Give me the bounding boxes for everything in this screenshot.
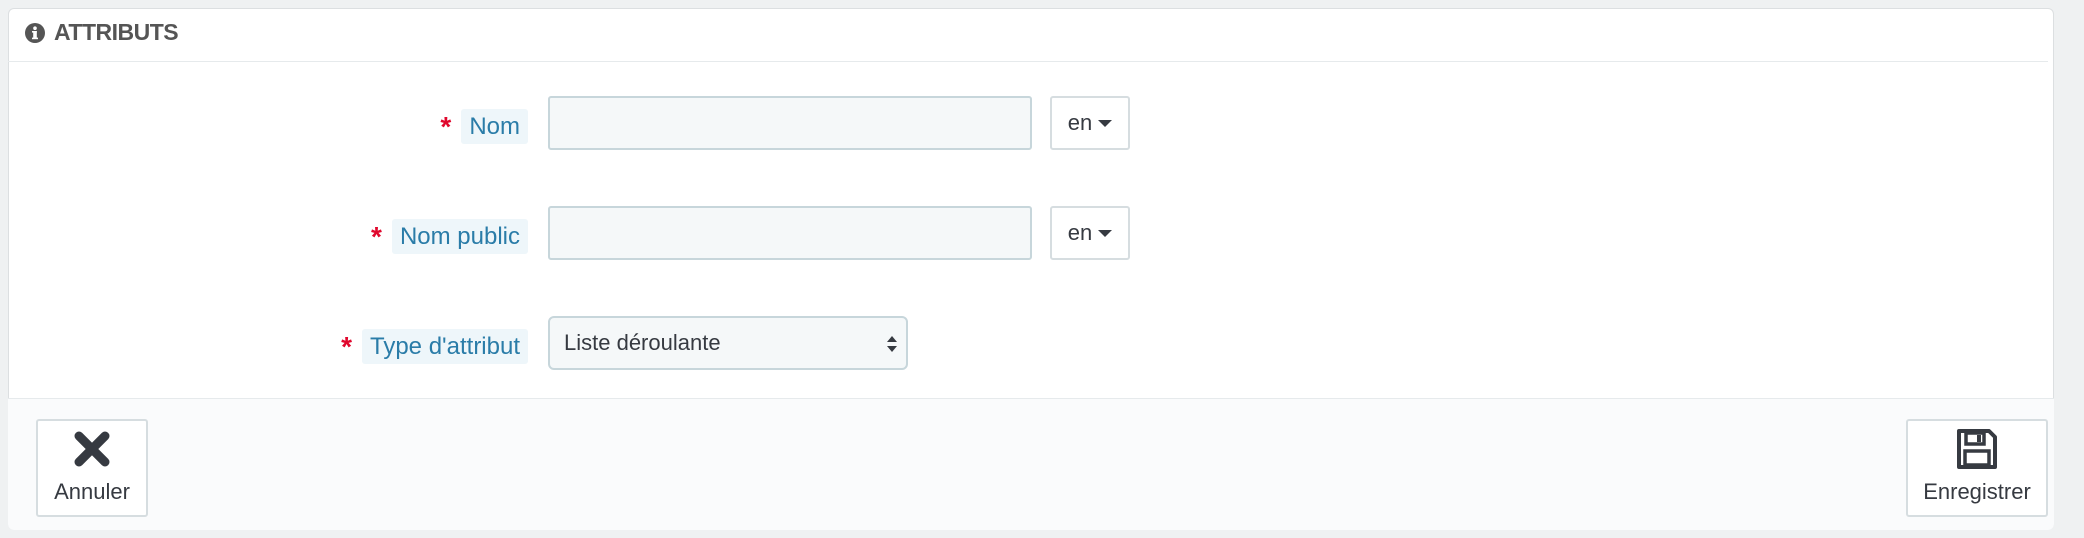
name-language-dropdown[interactable]: en [1050,96,1130,150]
required-marker: * [371,221,382,252]
public-name-input[interactable] [548,206,1032,260]
cancel-label: Annuler [54,479,130,504]
info-circle-icon [24,22,46,44]
floppy-disk-icon [1957,429,1997,469]
required-marker: * [440,111,452,142]
panel-footer: Annuler Enregistrer [8,398,2054,530]
caret-down-icon [1098,229,1113,237]
panel-heading: ATTRIBUTS [8,4,2048,62]
attribute-type-label-group: * Type d'attribut [341,318,528,374]
form-row-public-name: * Nom public [0,208,528,264]
name-input[interactable] [548,96,1032,150]
close-icon [74,431,110,467]
language-code: en [1067,110,1093,135]
form-row-attribute-type: * Type d'attribut [0,318,528,374]
cancel-button[interactable]: Annuler [36,419,148,517]
public-name-label-group: * Nom public [371,208,528,264]
caret-down-icon [1098,119,1113,127]
attribute-type-selected-value: Liste déroulante [564,330,721,355]
language-code: en [1067,220,1093,245]
form-row-name: * Nom [0,98,528,154]
save-button[interactable]: Enregistrer [1906,419,2048,517]
attribute-type-label: Type d'attribut [362,328,528,364]
public-name-label: Nom public [391,218,528,254]
name-label: Nom [461,108,528,144]
required-marker: * [341,331,352,362]
attribute-type-select[interactable]: Liste déroulante [548,316,908,370]
public-name-language-dropdown[interactable]: en [1050,206,1130,260]
save-label: Enregistrer [1923,479,2031,504]
panel-title: ATTRIBUTS [54,19,179,45]
name-label-group: * Nom [440,98,528,154]
select-arrows-icon [887,336,897,352]
